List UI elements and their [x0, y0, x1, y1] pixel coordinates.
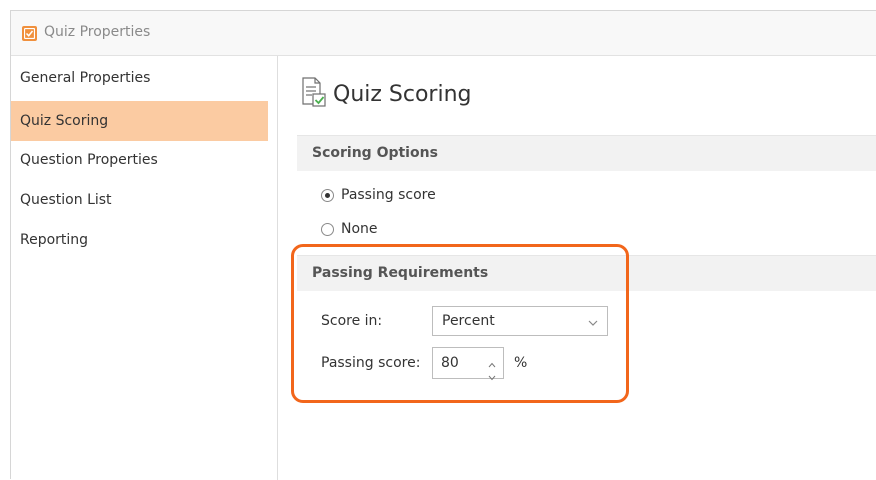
score-in-selected-value: Percent [442, 313, 495, 329]
sidebar-item-general-properties[interactable]: General Properties [11, 58, 268, 98]
passing-score-radio-label: Passing score [341, 187, 436, 203]
sidebar-item-quiz-scoring[interactable]: Quiz Scoring [11, 101, 268, 141]
none-radio-option[interactable]: None [321, 219, 378, 239]
none-radio-label: None [341, 221, 378, 237]
scoring-options-heading: Scoring Options [312, 145, 438, 161]
sidebar: General Properties Quiz Scoring Question… [11, 56, 278, 480]
score-in-label: Score in: [321, 313, 383, 329]
passing-score-label: Passing score: [321, 355, 421, 371]
sidebar-item-question-list[interactable]: Question List [11, 180, 268, 220]
passing-score-value[interactable]: 80 [441, 355, 459, 371]
sidebar-item-reporting[interactable]: Reporting [11, 220, 268, 260]
passing-score-radio-option[interactable]: Passing score [321, 185, 436, 205]
radio-unchecked-icon[interactable] [321, 222, 334, 236]
passing-requirements-section: Passing Requirements [297, 255, 876, 291]
page-title: Quiz Scoring [333, 82, 472, 107]
quiz-app-icon [22, 26, 37, 41]
chevron-down-icon[interactable] [587, 314, 599, 333]
title-bar: Quiz Properties [11, 11, 876, 56]
passing-score-stepper[interactable]: 80 [432, 347, 504, 381]
sidebar-item-question-properties[interactable]: Question Properties [11, 140, 268, 180]
passing-requirements-heading: Passing Requirements [312, 265, 489, 281]
score-in-dropdown[interactable]: Percent [432, 306, 608, 336]
decrement-arrow-icon[interactable] [488, 366, 496, 385]
radio-checked-icon[interactable] [321, 188, 334, 202]
quiz-scoring-icon [299, 76, 329, 112]
window-title: Quiz Properties [44, 24, 151, 40]
quiz-properties-window: Quiz Properties General Properties Quiz … [10, 10, 876, 480]
scoring-options-section: Scoring Options [297, 135, 876, 171]
percent-unit: % [514, 355, 528, 371]
